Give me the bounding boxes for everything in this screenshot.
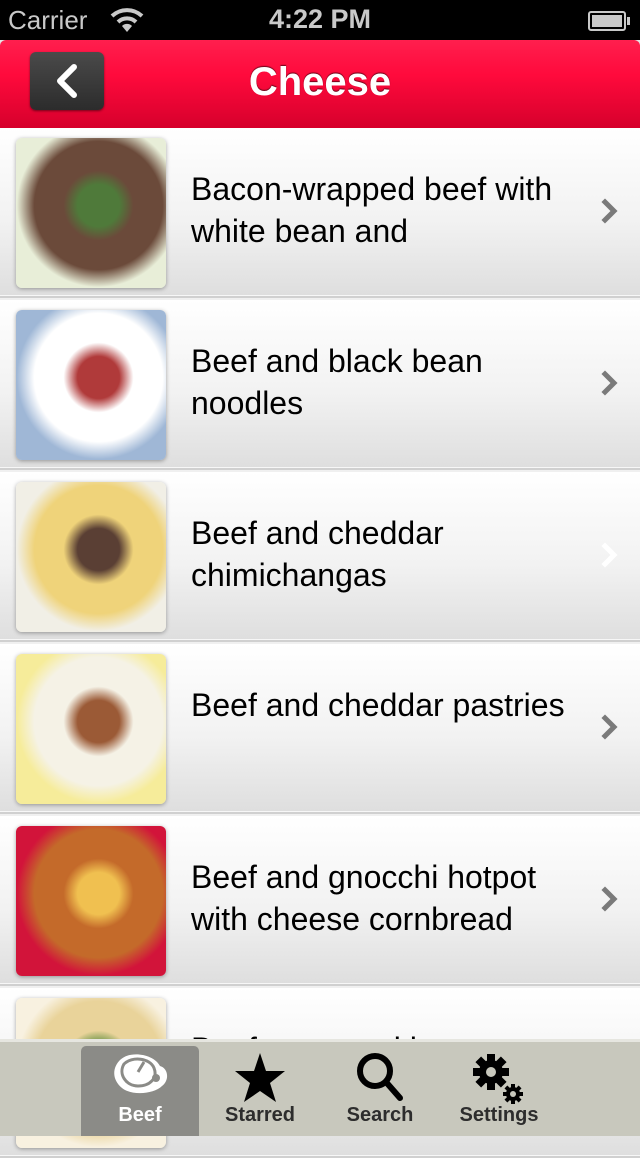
tab-search[interactable]: Search [321, 1046, 439, 1136]
chevron-right-icon [601, 198, 618, 224]
chevron-right-icon [601, 542, 618, 568]
tab-bar: Beef Starred Search Settings [0, 1039, 640, 1136]
chevron-right-icon [601, 370, 618, 396]
chevron-right-icon [601, 714, 618, 740]
recipe-row[interactable]: Beef and cheddar pastries [0, 642, 640, 814]
tab-beef[interactable]: Beef [81, 1046, 199, 1136]
recipe-title: Beef and cheddar chimichangas [191, 515, 444, 593]
recipe-row[interactable]: Beef and gnocchi hotpot with cheese corn… [0, 814, 640, 986]
recipe-thumbnail [16, 310, 166, 460]
recipe-row[interactable]: Beef and cheddar chimichangas [0, 470, 640, 642]
recipe-row[interactable]: Bacon-wrapped beef with white bean and [0, 128, 640, 298]
recipe-row[interactable]: Beef and black bean noodles [0, 298, 640, 470]
gears-icon [473, 1054, 523, 1104]
star-icon [235, 1053, 285, 1102]
recipe-thumbnail [16, 482, 166, 632]
tab-settings[interactable]: Settings [440, 1046, 558, 1136]
recipe-title: Beef and cheddar pastries [191, 687, 565, 723]
status-bar: Carrier 4:22 PM [0, 0, 640, 40]
recipe-thumbnail [16, 654, 166, 804]
tab-starred[interactable]: Starred [201, 1046, 319, 1136]
search-icon [357, 1053, 403, 1101]
recipe-title: Bacon-wrapped beef with white bean and [191, 171, 553, 249]
steak-icon [114, 1054, 168, 1094]
tab-label: Search [346, 1104, 414, 1126]
battery-icon [588, 11, 630, 31]
tab-label: Settings [459, 1104, 539, 1126]
recipe-title: Beef and gnocchi hotpot with cheese corn… [191, 859, 537, 937]
recipe-title: Beef and black bean noodles [191, 343, 483, 421]
navigation-bar: Cheese [0, 40, 640, 128]
tab-label: Beef [118, 1104, 162, 1126]
tab-label: Starred [224, 1104, 296, 1126]
recipe-thumbnail [16, 826, 166, 976]
recipe-list: Bacon-wrapped beef with white bean and Be… [0, 128, 640, 1158]
chevron-right-icon [601, 886, 618, 912]
recipe-thumbnail [16, 138, 166, 288]
clock: 4:22 PM [268, 4, 372, 34]
page-title: Cheese [248, 60, 392, 104]
